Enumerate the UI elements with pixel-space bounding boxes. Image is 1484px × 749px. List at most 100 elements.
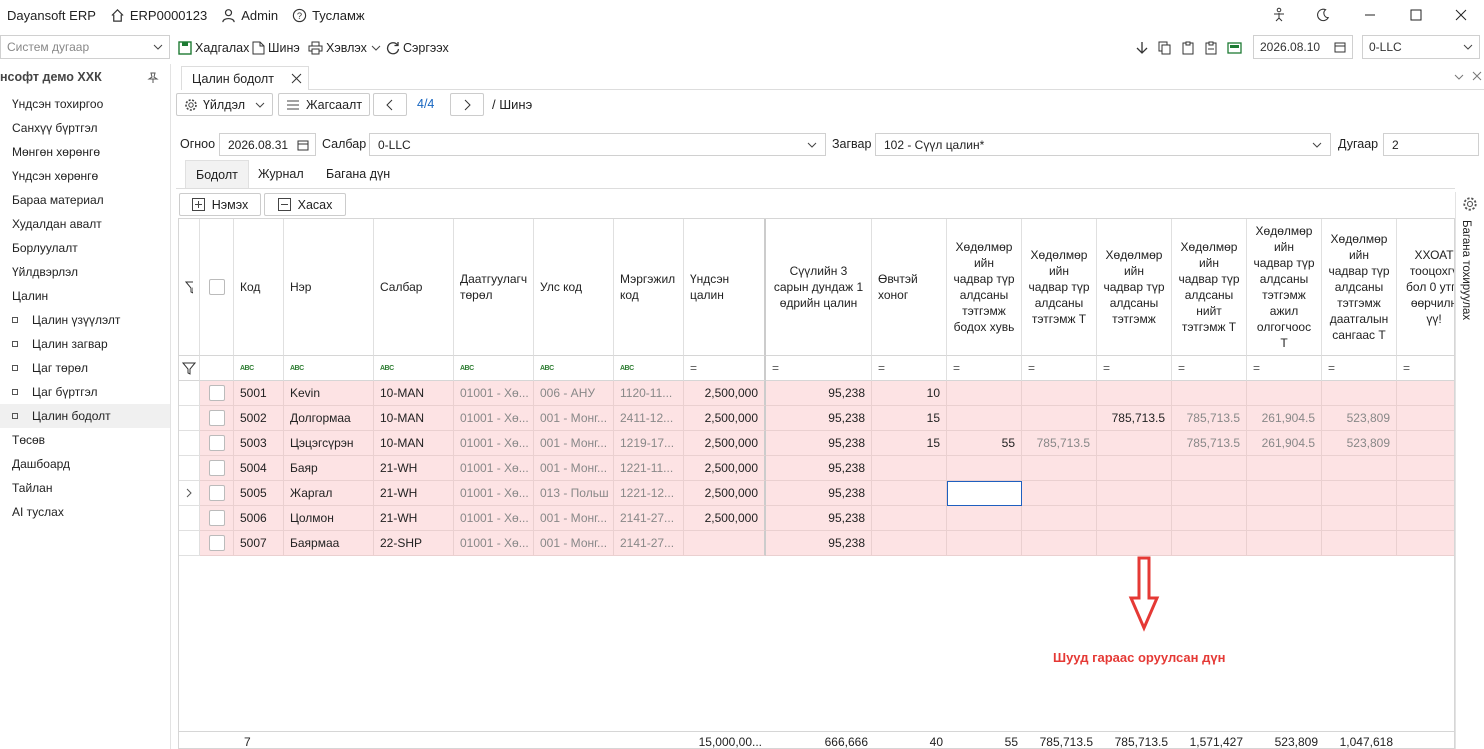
work-date-field[interactable]: 2026.08.10 (1253, 35, 1353, 59)
cell-benefit[interactable] (1097, 431, 1172, 456)
action-menu-button[interactable]: Үйлдэл (176, 93, 273, 116)
accessibility-icon[interactable] (1256, 0, 1302, 30)
tab-column-total[interactable]: Багана дүн (316, 160, 400, 188)
col-header-benefit-percent[interactable]: Хөдөлмөр ийн чадвар түр алдсаны тэтгэмж … (947, 219, 1022, 356)
cell-country[interactable]: 006 - АНУ (534, 381, 614, 406)
filter-sick-days[interactable]: = (872, 356, 947, 381)
cell-avg-daily[interactable]: 95,238 (766, 531, 872, 556)
sidebar-item-time-record[interactable]: Цаг бүртгэл (0, 380, 170, 404)
sidebar-item-budget[interactable]: Төсөв (0, 428, 170, 452)
cell-benefit-t[interactable] (1022, 456, 1097, 481)
col-header-avg-daily[interactable]: Сүүлийн 3 сарын дундаж 1 өдрийн цалин (766, 219, 872, 356)
cell-avg-daily[interactable]: 95,238 (766, 481, 872, 506)
new-button[interactable]: Шинэ (252, 38, 300, 58)
user-menu[interactable]: Admin (221, 8, 278, 23)
cell-benefit-t[interactable]: 785,713.5 (1022, 431, 1097, 456)
table-row[interactable]: 5007 Баярмаа 22-SHP 01001 - Хө... 001 - Монг… (179, 531, 1454, 556)
cell-pit[interactable] (1397, 506, 1454, 531)
save-button[interactable]: Хадгалах (178, 38, 249, 58)
next-record-button[interactable] (450, 93, 484, 116)
cell-benefit[interactable] (1097, 481, 1172, 506)
filter-benefit-t[interactable]: = (1022, 356, 1097, 381)
list-button[interactable]: Жагсаалт (278, 93, 370, 116)
cell-country[interactable]: 001 - Монг... (534, 406, 614, 431)
cell-pit[interactable] (1397, 456, 1454, 481)
col-header-benefit-fund[interactable]: Хөдөлмөр ийн чадвар түр алдсаны тэтгэмж … (1322, 219, 1397, 356)
print-button[interactable]: Хэвлэх (308, 38, 384, 58)
cell-benefit-percent[interactable]: 55 (947, 431, 1022, 456)
cell-benefit-fund[interactable]: 523,809 (1322, 431, 1397, 456)
cell-benefit-percent[interactable] (947, 381, 1022, 406)
sidebar-item-production[interactable]: Үйлдвэрлэл (0, 260, 170, 284)
remove-row-button[interactable]: Хасах (264, 193, 346, 216)
cell-benefit-fund[interactable] (1322, 456, 1397, 481)
table-row[interactable]: 5001 Kevin 10-MAN 01001 - Хө... 006 - АНУ 112… (179, 381, 1454, 406)
table-row[interactable]: 5002 Долгормаа 10-MAN 01001 - Хө... 001 - Мо… (179, 406, 1454, 431)
cell-benefit-percent[interactable] (947, 506, 1022, 531)
cell-benefit-total[interactable] (1172, 531, 1247, 556)
cell-code[interactable]: 5004 (234, 456, 284, 481)
cell-code[interactable]: 5005 (234, 481, 284, 506)
cell-branch[interactable]: 21-WH (374, 456, 454, 481)
cell-insured-type[interactable]: 01001 - Хө... (454, 431, 534, 456)
sidebar-item-settings[interactable]: Үндсэн тохиргоо (0, 92, 170, 116)
cell-profession[interactable]: 2141-27... (614, 531, 684, 556)
cell-benefit-percent[interactable] (947, 456, 1022, 481)
cell-profession[interactable]: 1120-11... (614, 381, 684, 406)
filter-country[interactable]: ABC (534, 356, 614, 381)
cell-benefit-percent[interactable] (947, 481, 1022, 506)
select-all-checkbox[interactable] (200, 219, 234, 356)
row-checkbox[interactable] (200, 456, 234, 481)
cell-pit[interactable] (1397, 531, 1454, 556)
cell-sick-days[interactable]: 15 (872, 431, 947, 456)
cell-profession[interactable]: 1219-17... (614, 431, 684, 456)
sidebar-item-time-type[interactable]: Цаг төрөл (0, 356, 170, 380)
close-icon[interactable] (1438, 0, 1484, 30)
filter-base-salary[interactable]: = (684, 356, 766, 381)
help-link[interactable]: ? Тусламж (292, 8, 365, 23)
cell-base-salary[interactable]: 2,500,000 (684, 431, 766, 456)
cell-avg-daily[interactable]: 95,238 (766, 506, 872, 531)
col-header-benefit[interactable]: Хөдөлмөр ийн чадвар түр алдсаны тэтгэмж (1097, 219, 1172, 356)
cell-benefit-employer[interactable]: 261,904.5 (1247, 431, 1322, 456)
filter-header-icon[interactable] (179, 219, 200, 356)
payroll-grid[interactable]: Код Нэр Салбар Даатгуулагч төрөл Улс код… (178, 218, 1455, 749)
col-header-profession[interactable]: Мэргэжил код (614, 219, 684, 356)
cell-pit[interactable] (1397, 481, 1454, 506)
cell-insured-type[interactable]: 01001 - Хө... (454, 381, 534, 406)
number-field[interactable]: 2 (1383, 133, 1479, 156)
cell-branch[interactable]: 21-WH (374, 481, 454, 506)
theme-moon-icon[interactable] (1300, 0, 1346, 30)
col-header-base-salary[interactable]: Үндсэн цалин (684, 219, 766, 356)
cell-branch[interactable]: 22-SHP (374, 531, 454, 556)
cell-name[interactable]: Жаргал (284, 481, 374, 506)
col-header-benefit-t[interactable]: Хөдөлмөр ийн чадвар түр алдсаны тэтгэмж … (1022, 219, 1097, 356)
cell-pit[interactable] (1397, 406, 1454, 431)
cell-code[interactable]: 5003 (234, 431, 284, 456)
sidebar-item-payroll-template[interactable]: Цалин загвар (0, 332, 170, 356)
cell-sick-days[interactable] (872, 481, 947, 506)
filter-benefit-percent[interactable]: = (947, 356, 1022, 381)
template-select[interactable]: 102 - Сүүл цалин* (875, 133, 1331, 156)
cell-benefit-fund[interactable] (1322, 531, 1397, 556)
company-code[interactable]: ERP0000123 (110, 8, 207, 23)
cell-insured-type[interactable]: 01001 - Хө... (454, 406, 534, 431)
cell-sick-days[interactable]: 15 (872, 406, 947, 431)
sidebar-item-inventory[interactable]: Бараа материал (0, 188, 170, 212)
close-icon[interactable] (291, 73, 302, 84)
cell-benefit-employer[interactable] (1247, 456, 1322, 481)
cell-name[interactable]: Баяр (284, 456, 374, 481)
sidebar-item-ai[interactable]: AI туслах (0, 500, 170, 524)
cell-pit[interactable] (1397, 381, 1454, 406)
col-header-branch[interactable]: Салбар (374, 219, 454, 356)
cell-benefit-t[interactable] (1022, 481, 1097, 506)
cell-sick-days[interactable] (872, 531, 947, 556)
sidebar-item-dashboard[interactable]: Дашбоард (0, 452, 170, 476)
cell-insured-type[interactable]: 01001 - Хө... (454, 506, 534, 531)
cell-country[interactable]: 001 - Монг... (534, 456, 614, 481)
row-indicator[interactable] (179, 481, 200, 506)
cell-code[interactable]: 5001 (234, 381, 284, 406)
cell-benefit[interactable] (1097, 456, 1172, 481)
calculator-icon[interactable] (1227, 38, 1245, 58)
sidebar-item-fixed-assets[interactable]: Үндсэн хөрөнгө (0, 164, 170, 188)
